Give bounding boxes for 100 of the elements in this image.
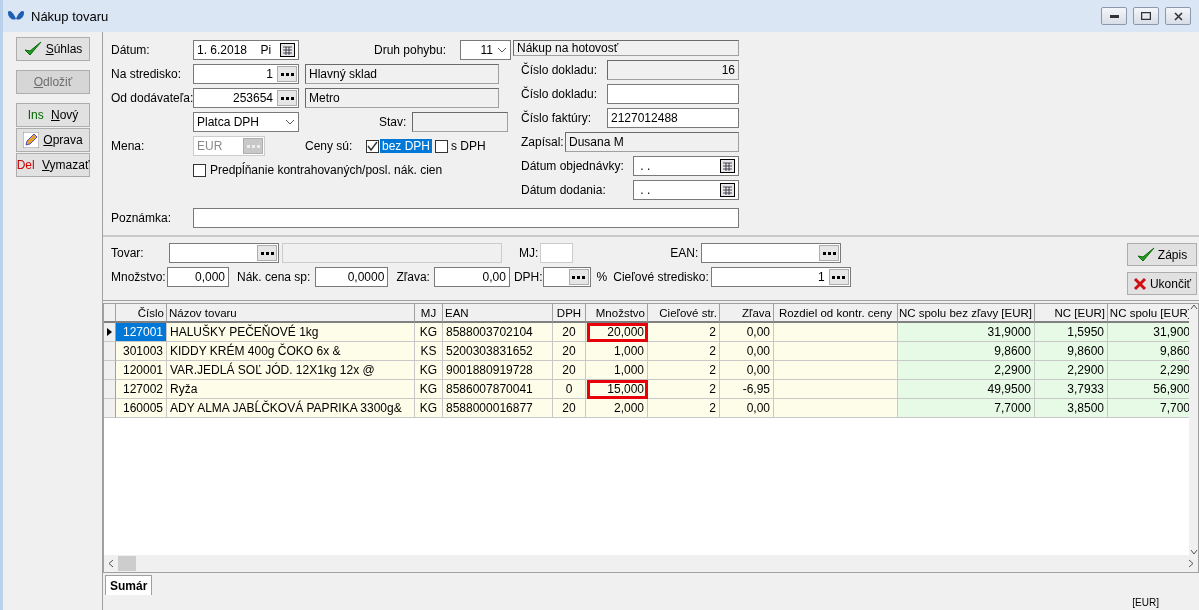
- code-field[interactable]: 253654: [193, 88, 299, 108]
- ean-field[interactable]: [701, 243, 842, 263]
- movement-select[interactable]: 11: [460, 40, 512, 60]
- table-cell: 160005: [116, 399, 167, 418]
- quantity-field[interactable]: 0,000: [167, 267, 229, 287]
- field-label: Množstvo:: [111, 270, 167, 284]
- column-header[interactable]: Názov tovaru: [167, 304, 415, 323]
- field-label: Ceny sú:: [305, 139, 354, 153]
- table-cell: 0,00: [720, 342, 774, 361]
- action-button[interactable]: Oprava: [16, 128, 90, 152]
- minimize-button[interactable]: [1101, 7, 1127, 25]
- column-header[interactable]: Cieľové str.: [648, 304, 720, 323]
- column-header[interactable]: EAN: [443, 304, 553, 323]
- table-cell: 2,2900: [1035, 361, 1108, 380]
- field-label: Od dodávateľa:: [111, 91, 193, 105]
- entry-button[interactable]: Ukončiť: [1127, 272, 1197, 295]
- field-label: %: [596, 270, 608, 284]
- scroll-up-icon[interactable]: [1189, 304, 1198, 310]
- note-field[interactable]: [193, 208, 739, 228]
- scroll-left-icon[interactable]: [108, 559, 114, 568]
- table-cell: 301003: [116, 342, 167, 361]
- scrollbar-thumb[interactable]: [118, 556, 136, 571]
- field-label: Číslo faktúry:: [521, 111, 593, 125]
- product-field[interactable]: [169, 243, 279, 263]
- calendar-icon[interactable]: [720, 159, 735, 173]
- column-header[interactable]: Číslo: [116, 304, 167, 323]
- column-header[interactable]: NC [EUR]: [1035, 304, 1108, 323]
- calendar-icon[interactable]: [720, 183, 735, 197]
- checkbox[interactable]: [193, 163, 206, 177]
- table-cell: 3,8500: [1035, 399, 1108, 418]
- date-field[interactable]: 1. 6.2018 Pi: [193, 40, 299, 60]
- close-button[interactable]: [1165, 7, 1191, 25]
- field-label: Tovar:: [111, 246, 145, 260]
- date-field[interactable]: . .: [633, 156, 739, 176]
- column-header[interactable]: DPH: [553, 304, 586, 323]
- unit-field[interactable]: [540, 243, 574, 263]
- table-cell: KIDDY KRÉM 400g ČOKO 6x &: [167, 342, 415, 361]
- calendar-icon[interactable]: [280, 43, 295, 57]
- vat-payer-select[interactable]: Platca DPH: [193, 112, 299, 132]
- checkbox[interactable]: [435, 139, 449, 153]
- action-button[interactable]: Ins Nový: [16, 103, 90, 127]
- vat-field[interactable]: [542, 267, 591, 287]
- table-cell: 120001: [116, 361, 167, 380]
- table-cell: HALUŠKY PEČEŇOVÉ 1kg: [167, 323, 415, 342]
- field-label: Stav:: [379, 115, 407, 129]
- table-cell: -6,95: [720, 380, 774, 399]
- lookup-button[interactable]: [819, 245, 840, 261]
- maximize-icon: [1141, 12, 1151, 20]
- maximize-button[interactable]: [1133, 7, 1159, 25]
- field-label: Číslo dokladu:: [521, 87, 599, 101]
- dropdown-caret-icon[interactable]: [497, 47, 508, 53]
- column-header[interactable]: MJ: [415, 304, 443, 323]
- scroll-right-icon[interactable]: [1188, 559, 1194, 568]
- checkbox[interactable]: [366, 139, 379, 153]
- window-title: Nákup tovaru: [31, 8, 110, 24]
- close-icon: [1132, 276, 1147, 291]
- table-cell: KG: [415, 323, 443, 342]
- field-label: Zľava:: [396, 270, 430, 284]
- lookup-button[interactable]: [568, 269, 589, 285]
- target-center-field[interactable]: 1: [710, 267, 851, 287]
- checkbox-label[interactable]: bez DPH: [380, 139, 433, 153]
- table-cell: KG: [415, 399, 443, 418]
- lookup-button[interactable]: [828, 269, 849, 285]
- text-field[interactable]: 2127012488: [607, 108, 739, 128]
- lookup-button[interactable]: [257, 245, 277, 261]
- table-cell: Ryža: [167, 380, 415, 399]
- code-field[interactable]: 1: [193, 64, 299, 84]
- table-cell: 9,860: [1108, 342, 1189, 361]
- table-cell: 0,00: [720, 361, 774, 380]
- table-cell: 56,900: [1108, 380, 1189, 399]
- column-header[interactable]: Rozdiel od kontr. ceny: [774, 304, 898, 323]
- table-cell: 7,7000: [898, 399, 1035, 418]
- table-cell: KG: [415, 361, 443, 380]
- table-cell: 8588003702104: [443, 323, 553, 342]
- action-button[interactable]: Súhlas: [16, 37, 90, 61]
- name-field: Metro: [305, 88, 499, 108]
- column-header[interactable]: Zľava: [720, 304, 774, 323]
- price-field[interactable]: 0,0000: [315, 267, 389, 287]
- discount-field[interactable]: 0,00: [433, 267, 510, 287]
- table-cell: 2: [648, 342, 720, 361]
- scroll-down-icon[interactable]: [1189, 549, 1198, 555]
- table-cell: 31,900: [1108, 323, 1189, 342]
- table-cell: 20: [553, 323, 586, 342]
- entry-button[interactable]: Zápis: [1127, 243, 1197, 266]
- lookup-button[interactable]: [277, 90, 297, 106]
- table-cell: 7,700: [1108, 399, 1189, 418]
- dropdown-caret-icon[interactable]: [285, 119, 295, 125]
- field-label: Druh pohybu:: [374, 43, 447, 57]
- checkbox-label[interactable]: s DPH: [449, 139, 488, 153]
- column-header[interactable]: NC spolu bez zľavy [EUR]: [898, 304, 1035, 323]
- date-field[interactable]: . .: [633, 180, 739, 200]
- column-header[interactable]: Množstvo: [586, 304, 648, 323]
- tab[interactable]: Sumár: [105, 575, 153, 595]
- table-cell: 31,9000: [898, 323, 1035, 342]
- row-indicator[interactable]: [104, 323, 116, 342]
- text-field[interactable]: [607, 84, 739, 104]
- field-label: DPH:: [513, 270, 543, 284]
- action-button[interactable]: Del Vymazať: [16, 153, 90, 177]
- lookup-button[interactable]: [277, 66, 297, 82]
- check-icon: [1136, 246, 1155, 263]
